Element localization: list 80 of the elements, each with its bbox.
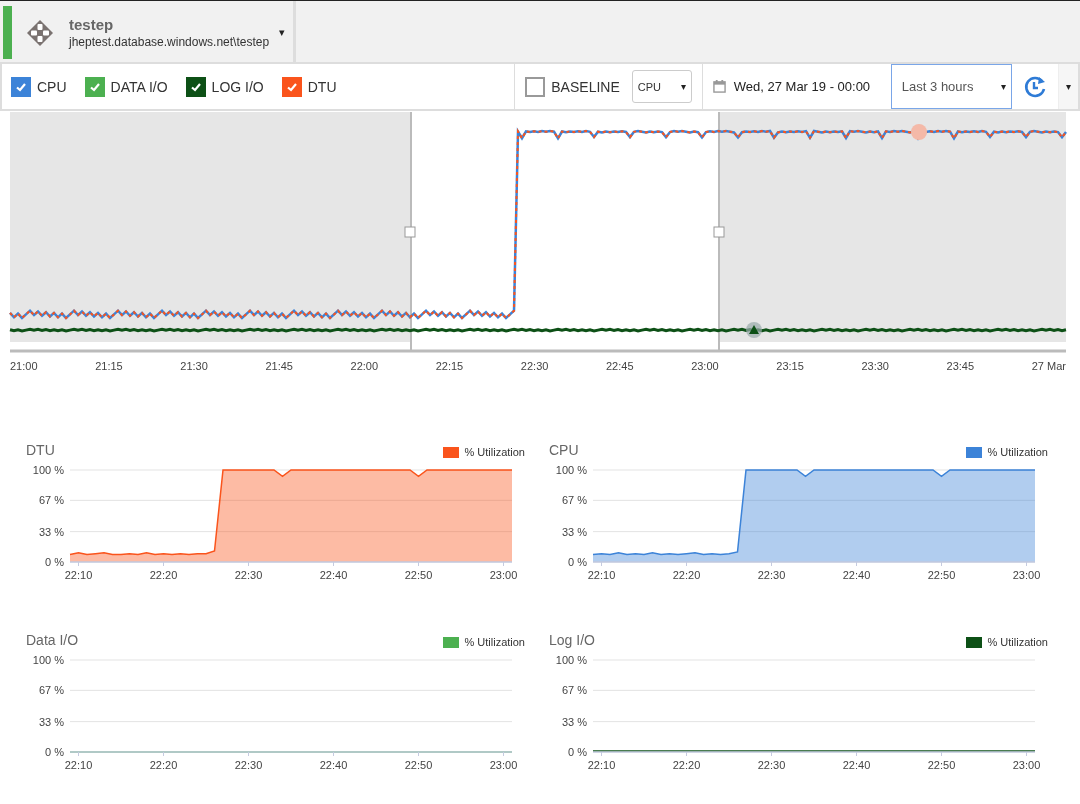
x-tick-label: 22:40 xyxy=(842,759,871,771)
x-tick-label: 22:30 xyxy=(234,759,263,771)
time-axis-label: 21:15 xyxy=(95,360,123,372)
chart-title: CPU xyxy=(549,442,579,458)
time-axis-label: 23:15 xyxy=(776,360,804,372)
y-tick-label: 0 % xyxy=(568,746,587,758)
x-tick-label: 23:00 xyxy=(1012,759,1041,771)
time-axis-label: 21:45 xyxy=(265,360,293,372)
x-tick-label: 22:40 xyxy=(842,569,871,581)
point-marker xyxy=(911,124,927,140)
x-tick-label: 22:20 xyxy=(672,759,701,771)
x-tick-label: 22:40 xyxy=(319,759,348,771)
range-handle[interactable] xyxy=(404,226,416,238)
y-tick-label: 67 % xyxy=(38,684,64,697)
x-tick-label: 22:10 xyxy=(64,759,93,771)
time-axis-label: 23:00 xyxy=(691,360,719,372)
x-tick-label: 23:00 xyxy=(489,569,518,581)
time-axis-label: 23:45 xyxy=(946,360,975,372)
x-tick-label: 22:30 xyxy=(234,569,263,581)
server-path: jheptest.database.windows.net\testep xyxy=(69,35,270,49)
baseline-metric-select[interactable]: CPU ▾ xyxy=(631,70,692,103)
y-tick-label: 100 % xyxy=(32,464,64,476)
time-axis-label: 22:15 xyxy=(435,360,464,372)
y-tick-label: 100 % xyxy=(555,464,587,476)
time-range-select[interactable]: Last 3 hours ▾ xyxy=(890,64,1013,109)
calendar-icon xyxy=(712,80,726,93)
x-tick-label: 22:20 xyxy=(149,759,178,771)
legend-item: % Utilization xyxy=(966,446,1048,458)
time-axis-label: 23:30 xyxy=(861,360,889,372)
time-axis-label: 22:30 xyxy=(520,360,549,372)
x-tick-label: 23:00 xyxy=(1012,569,1041,581)
triangle-marker-icon xyxy=(746,322,762,338)
time-axis-label: 27 Mar xyxy=(1031,360,1066,372)
y-tick-label: 33 % xyxy=(38,715,64,728)
y-tick-label: 0 % xyxy=(45,556,64,568)
x-tick-label: 22:30 xyxy=(757,759,786,771)
time-axis-label: 22:00 xyxy=(350,360,379,372)
x-tick-label: 22:10 xyxy=(64,569,93,581)
x-tick-label: 22:50 xyxy=(404,569,433,581)
y-tick-label: 33 % xyxy=(561,715,587,728)
metric-checkbox[interactable]: CPU xyxy=(11,76,67,97)
x-tick-label: 22:30 xyxy=(757,569,786,581)
baseline-checkbox[interactable]: BASELINE xyxy=(525,76,620,97)
y-tick-label: 33 % xyxy=(38,525,64,538)
y-tick-label: 67 % xyxy=(38,494,64,507)
time-axis-label: 21:00 xyxy=(10,360,38,372)
x-tick-label: 22:10 xyxy=(587,759,616,771)
x-tick-label: 22:50 xyxy=(927,569,956,581)
y-tick-label: 100 % xyxy=(555,654,587,666)
database-dropdown[interactable]: ▾ xyxy=(275,26,290,39)
x-tick-label: 22:20 xyxy=(149,569,178,581)
metric-checkbox[interactable]: DTU xyxy=(281,76,337,97)
x-tick-label: 22:10 xyxy=(587,569,616,581)
x-tick-label: 23:00 xyxy=(489,759,518,771)
time-axis-label: 22:45 xyxy=(606,360,634,372)
legend-item: % Utilization xyxy=(966,636,1048,648)
date-label[interactable]: Wed, 27 Mar 19 - 00:00 xyxy=(733,79,871,94)
x-tick-label: 22:50 xyxy=(927,759,956,771)
range-handle[interactable] xyxy=(713,226,725,238)
y-tick-label: 67 % xyxy=(561,494,587,507)
y-tick-label: 0 % xyxy=(45,746,64,758)
more-dropdown[interactable]: ▾ xyxy=(1058,64,1078,109)
y-tick-label: 0 % xyxy=(568,556,587,568)
metric-checkbox[interactable]: LOG I/O xyxy=(185,76,264,97)
metric-checkbox[interactable]: DATA I/O xyxy=(84,76,168,97)
legend-item: % Utilization xyxy=(443,446,525,458)
x-tick-label: 22:50 xyxy=(404,759,433,771)
y-tick-label: 33 % xyxy=(561,525,587,538)
y-tick-label: 100 % xyxy=(32,654,64,666)
database-icon xyxy=(25,17,55,48)
database-name: testep xyxy=(69,16,115,33)
legend-item: % Utilization xyxy=(443,636,525,648)
y-tick-label: 67 % xyxy=(561,684,587,697)
time-axis-label: 21:30 xyxy=(180,360,208,372)
status-stripe xyxy=(3,6,12,59)
chart-title: DTU xyxy=(26,442,55,458)
chart-title: Data I/O xyxy=(26,632,79,648)
x-tick-label: 22:20 xyxy=(672,569,701,581)
x-tick-label: 22:40 xyxy=(319,569,348,581)
chart-title: Log I/O xyxy=(549,632,595,648)
